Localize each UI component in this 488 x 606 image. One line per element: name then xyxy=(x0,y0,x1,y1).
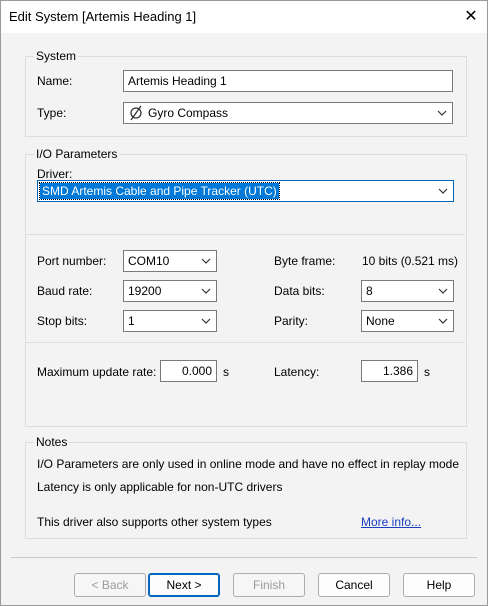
driver-value: SMD Artemis Cable and Pipe Tracker (UTC) xyxy=(39,182,280,200)
name-field[interactable]: Artemis Heading 1 xyxy=(123,70,453,92)
baud-value: 19200 xyxy=(128,284,162,298)
stop-label: Stop bits: xyxy=(37,314,88,328)
byteframe-value: 10 bits (0.521 ms) xyxy=(362,254,459,268)
notes-line-3: This driver also supports other system t… xyxy=(37,515,272,529)
databits-value: 8 xyxy=(366,284,373,298)
byteframe-label: Byte frame: xyxy=(274,254,336,268)
chevron-down-icon xyxy=(438,288,448,294)
chevron-down-icon xyxy=(437,110,447,116)
close-icon[interactable]: ✕ xyxy=(459,5,483,29)
stop-value: 1 xyxy=(128,314,135,328)
window-title: Edit System [Artemis Heading 1] xyxy=(9,9,197,24)
type-select[interactable]: Gyro Compass xyxy=(123,102,453,124)
latency-label: Latency: xyxy=(274,365,320,379)
databits-label: Data bits: xyxy=(274,284,325,298)
databits-select[interactable]: 8 xyxy=(361,280,454,302)
next-button[interactable]: Next > xyxy=(148,573,220,597)
latency-unit: s xyxy=(424,365,430,379)
port-select[interactable]: COM10 xyxy=(123,250,217,272)
help-button[interactable]: Help xyxy=(403,573,475,597)
more-info-link[interactable]: More info... xyxy=(361,515,421,529)
max-update-field[interactable]: 0.000 xyxy=(160,360,217,382)
notes-line-1: I/O Parameters are only used in online m… xyxy=(37,457,460,471)
chevron-down-icon xyxy=(438,318,448,324)
dialog-window: Edit System [Artemis Heading 1] ✕ System… xyxy=(0,0,488,606)
max-update-label: Maximum update rate: xyxy=(37,365,157,379)
type-value: Gyro Compass xyxy=(148,106,229,120)
latency-field[interactable]: 1.386 xyxy=(361,360,418,382)
port-label: Port number: xyxy=(37,254,107,268)
baud-select[interactable]: 19200 xyxy=(123,280,217,302)
driver-select[interactable]: SMD Artemis Cable and Pipe Tracker (UTC) xyxy=(37,180,454,202)
name-label: Name: xyxy=(37,74,73,88)
baud-label: Baud rate: xyxy=(37,284,93,298)
port-value: COM10 xyxy=(128,254,170,268)
cancel-button[interactable]: Cancel xyxy=(318,573,390,597)
parity-value: None xyxy=(366,314,395,328)
notes-legend: Notes xyxy=(36,435,68,449)
finish-button[interactable]: Finish xyxy=(233,573,305,597)
back-button[interactable]: < Back xyxy=(74,573,146,597)
max-update-unit: s xyxy=(223,365,229,379)
io-separator-top xyxy=(25,234,465,235)
io-separator-bottom xyxy=(25,342,465,343)
title-bar: Edit System [Artemis Heading 1] ✕ xyxy=(1,1,487,33)
type-label: Type: xyxy=(37,106,67,120)
system-legend: System xyxy=(36,49,77,63)
chevron-down-icon xyxy=(201,318,211,324)
driver-label: Driver: xyxy=(37,167,73,181)
parity-label: Parity: xyxy=(274,314,309,328)
button-divider xyxy=(11,557,477,558)
chevron-down-icon xyxy=(201,288,211,294)
parity-select[interactable]: None xyxy=(361,310,454,332)
stop-select[interactable]: 1 xyxy=(123,310,217,332)
chevron-down-icon xyxy=(201,258,211,264)
io-legend: I/O Parameters xyxy=(36,147,118,161)
chevron-down-icon xyxy=(438,188,448,194)
notes-line-2: Latency is only applicable for non-UTC d… xyxy=(37,480,283,494)
gyro-compass-icon xyxy=(129,105,143,121)
